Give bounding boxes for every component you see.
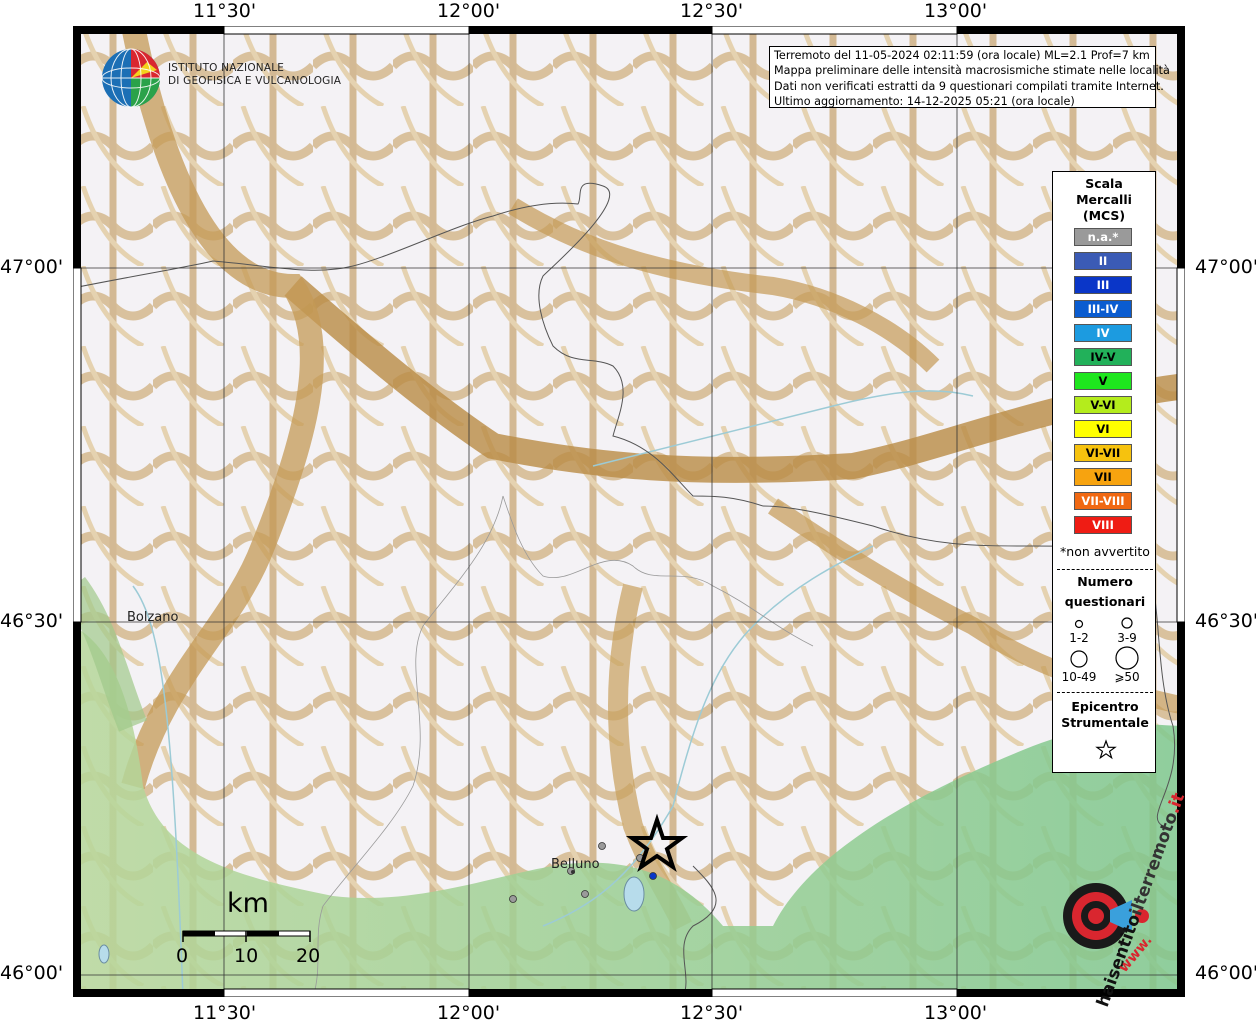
mcs-scale-item: VI-VII [1074, 444, 1132, 462]
legend-title-3: (MCS) [1082, 208, 1126, 223]
logo-line-2: di Geofisica e Vulcanologia [168, 75, 342, 87]
mcs-scale-item: IV [1074, 324, 1132, 342]
mcs-scale-item: II [1074, 252, 1132, 270]
lake-santa-croce [623, 876, 645, 912]
legend-title-1: Scala [1085, 176, 1123, 191]
q-label-1: 1-2 [1069, 631, 1089, 645]
numero-title-1: Numero [1077, 574, 1133, 589]
bottom-tick-2: 12°00' [437, 1002, 501, 1024]
bottom-tick-4: 13°00' [924, 1002, 988, 1024]
scalebar-tick-0: 0 [176, 945, 189, 967]
place-bolzano: Bolzano [127, 610, 179, 625]
point-na [581, 890, 589, 898]
top-tick-3: 12°30' [680, 0, 744, 22]
mcs-scale-item: VIII [1074, 516, 1132, 534]
logo-line-1: Istituto Nazionale [168, 62, 285, 74]
right-tick-1: 47°00' [1195, 256, 1256, 278]
numero-title-2: questionari [1064, 594, 1146, 609]
mcs-scale-item: V [1074, 372, 1132, 390]
top-tick-1: 11°30' [193, 0, 257, 22]
left-tick-1: 47°00' [0, 256, 64, 278]
scalebar-unit: km [227, 888, 269, 919]
haisentito-logo: haisentitoilterremoto.it www. [1040, 790, 1189, 1010]
bottom-tick-3: 12°30' [680, 1002, 744, 1024]
mcs-scale-item: III [1074, 276, 1132, 294]
left-tick-3: 46°00' [0, 962, 64, 984]
info-line-3: Dati non verificati estratti da 9 questi… [774, 79, 1164, 93]
top-tick-2: 12°00' [437, 0, 501, 22]
point-na [509, 895, 517, 903]
q-label-3: 10-49 [1061, 670, 1097, 684]
info-line-4: Ultimo aggiornamento: 14-12-2025 05:21 (… [774, 94, 1075, 108]
mcs-scale-item: VI [1074, 420, 1132, 438]
legend-note: *non avvertito [1060, 544, 1150, 559]
mcs-scale-item: III-IV [1074, 300, 1132, 318]
globe-icon [101, 48, 161, 108]
mcs-scale-item: VII [1074, 468, 1132, 486]
map-svg [73, 26, 1185, 997]
scalebar-tick-10: 10 [234, 945, 259, 967]
point-intensity-iii [649, 872, 657, 880]
legend-separator-1 [1057, 569, 1153, 570]
epicentro-title-1: Epicentro [1071, 699, 1139, 714]
point-na [598, 842, 606, 850]
legend-title: Scala Mercalli (MCS) [1053, 176, 1155, 224]
legend-title-2: Mercalli [1076, 192, 1132, 207]
mcs-scale-item: VII-VIII [1074, 492, 1132, 510]
info-line-2: Mappa preliminare delle intensità macros… [774, 64, 1170, 78]
epicenter-star-icon [1095, 739, 1117, 760]
legend-separator-2 [1057, 692, 1153, 693]
mcs-scale-item: V-VI [1074, 396, 1132, 414]
left-tick-2: 46°30' [0, 610, 64, 632]
lake-small [98, 944, 110, 964]
right-tick-3: 46°00' [1195, 962, 1256, 984]
info-line-1: Terremoto del 11-05-2024 02:11:59 (ora l… [774, 49, 1150, 62]
epicentro-title-2: Strumentale [1061, 715, 1149, 730]
event-info-box: Terremoto del 11-05-2024 02:11:59 (ora l… [769, 46, 1170, 108]
bottom-tick-1: 11°30' [193, 1002, 257, 1024]
top-tick-4: 13°00' [924, 0, 988, 22]
right-tick-2: 46°30' [1195, 610, 1256, 632]
mcs-scale-item: n.a.* [1074, 228, 1132, 246]
scalebar-tick-20: 20 [296, 945, 321, 967]
place-belluno: Belluno [551, 857, 600, 872]
ingv-logo-text: Istituto Nazionale di Geofisica e Vulcan… [168, 62, 341, 88]
map-area[interactable] [73, 26, 1185, 997]
legend-panel: Scala Mercalli (MCS) n.a.* II III III-IV IV I… [1052, 171, 1156, 773]
q-label-2: 3-9 [1117, 631, 1137, 645]
q-label-4: ⩾50 [1114, 670, 1140, 684]
mcs-scale-item: IV-V [1074, 348, 1132, 366]
